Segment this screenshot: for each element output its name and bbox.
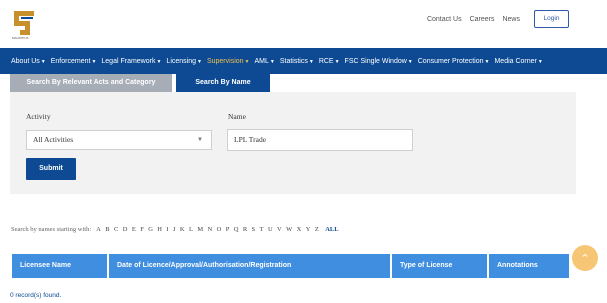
scroll-to-top-button[interactable]: ⌃: [572, 245, 598, 271]
fsc-logo[interactable]: MAURITIUS: [12, 8, 38, 40]
letter-link[interactable]: N: [208, 226, 213, 233]
letter-link[interactable]: P: [226, 226, 230, 233]
search-panel: Activity Name All Activities ▼ LPL Trade…: [10, 92, 576, 194]
top-bar: MAURITIUS Contact Us Careers News Login: [0, 0, 607, 48]
nav-label: Statistics: [279, 57, 308, 65]
alphabet-filter: Search by names starting with: A B C D E…: [11, 226, 339, 233]
nav-item-rce[interactable]: RCE▼: [319, 58, 340, 65]
letter-link[interactable]: A: [96, 226, 101, 233]
nav-item-statistics[interactable]: Statistics▼: [280, 58, 314, 65]
nav-item-licensing[interactable]: Licensing▼: [166, 58, 202, 65]
chevron-down-icon: ▼: [197, 137, 203, 143]
letter-link[interactable]: O: [217, 226, 222, 233]
activity-label: Activity: [26, 112, 51, 121]
letter-link[interactable]: C: [114, 226, 118, 233]
contact-us-link[interactable]: Contact Us: [427, 16, 462, 23]
letter-link[interactable]: E: [132, 226, 136, 233]
letter-link[interactable]: R: [243, 226, 247, 233]
nav-label: FSC Single Window: [344, 57, 407, 65]
nav-label: Consumer Protection: [417, 57, 484, 65]
nav-label: AML: [254, 57, 269, 65]
alphabet-prefix: Search by names starting with:: [11, 226, 92, 233]
nav-item-fsc-single-window[interactable]: FSC Single Window▼: [345, 58, 413, 65]
letter-link[interactable]: W: [286, 226, 292, 233]
chevron-down-icon: ▼: [407, 58, 413, 65]
nav-label: Supervision: [206, 57, 244, 65]
column-annotations[interactable]: Annotations: [489, 254, 569, 278]
chevron-down-icon: ▼: [197, 58, 202, 65]
chevron-up-icon: ⌃: [580, 252, 590, 265]
nav-item-media-corner[interactable]: Media Corner▼: [494, 58, 542, 65]
letter-link[interactable]: Q: [234, 226, 239, 233]
letter-link[interactable]: I: [166, 226, 168, 233]
nav-label: Licensing: [166, 57, 196, 65]
nav-label: Media Corner: [494, 57, 537, 65]
letter-link[interactable]: D: [123, 226, 128, 233]
chevron-down-icon: ▼: [40, 58, 46, 65]
letter-link[interactable]: K: [180, 226, 185, 233]
activity-select[interactable]: All Activities ▼: [26, 130, 212, 150]
tab-search-by-acts[interactable]: Search By Relevant Acts and Category: [10, 74, 172, 92]
chevron-down-icon: ▼: [334, 58, 340, 65]
chevron-down-icon: ▼: [244, 58, 250, 65]
results-table-header: Licensee Name Date of Licence/Approval/A…: [12, 254, 569, 278]
letter-link[interactable]: M: [197, 226, 203, 233]
chevron-down-icon: ▼: [156, 58, 162, 65]
login-button[interactable]: Login: [534, 10, 569, 28]
letter-link[interactable]: B: [105, 226, 109, 233]
submit-button[interactable]: Submit: [26, 158, 76, 180]
chevron-down-icon: ▼: [537, 58, 543, 65]
nav-label: Enforcement: [50, 57, 91, 65]
letter-link[interactable]: T: [260, 226, 264, 233]
letter-link[interactable]: L: [189, 226, 193, 233]
main-nav: About Us▼ Enforcement▼ Legal Framework▼ …: [0, 48, 607, 74]
letter-link[interactable]: Z: [315, 226, 319, 233]
tab-search-by-name[interactable]: Search By Name: [176, 74, 270, 92]
activity-select-value: All Activities: [33, 135, 74, 144]
nav-label: Legal Framework: [101, 57, 156, 65]
nav-item-legal-framework[interactable]: Legal Framework▼: [101, 58, 161, 65]
letter-link[interactable]: F: [140, 226, 144, 233]
letter-link[interactable]: H: [157, 226, 162, 233]
nav-label: RCE: [318, 57, 334, 65]
letter-link[interactable]: U: [268, 226, 273, 233]
letter-link[interactable]: G: [148, 226, 153, 233]
column-license-type[interactable]: Type of License: [392, 254, 487, 278]
chevron-down-icon: ▼: [269, 58, 275, 65]
column-licensee-name[interactable]: Licensee Name: [12, 254, 107, 278]
all-letters-link[interactable]: ALL: [325, 226, 338, 233]
records-count: 0 record(s) found.: [10, 292, 62, 299]
nav-item-about-us[interactable]: About Us▼: [11, 58, 46, 65]
nav-item-consumer-protection[interactable]: Consumer Protection▼: [418, 58, 490, 65]
name-input[interactable]: LPL Trade: [227, 129, 413, 151]
nav-item-aml[interactable]: AML▼: [254, 58, 274, 65]
nav-item-supervision[interactable]: Supervision▼: [207, 58, 250, 65]
nav-label: About Us: [11, 57, 40, 65]
letter-link[interactable]: Y: [306, 226, 311, 233]
letter-link[interactable]: J: [173, 226, 176, 233]
column-licence-date[interactable]: Date of Licence/Approval/Authorisation/R…: [109, 254, 390, 278]
letter-link[interactable]: X: [297, 226, 302, 233]
letter-link[interactable]: S: [252, 226, 256, 233]
chevron-down-icon: ▼: [484, 58, 490, 65]
letter-link[interactable]: V: [277, 226, 282, 233]
nav-item-enforcement[interactable]: Enforcement▼: [51, 58, 97, 65]
top-links: Contact Us Careers News Login: [427, 10, 569, 28]
name-label: Name: [228, 112, 246, 121]
careers-link[interactable]: Careers: [470, 16, 495, 23]
chevron-down-icon: ▼: [308, 58, 314, 65]
news-link[interactable]: News: [502, 16, 520, 23]
search-tabs: Search By Relevant Acts and Category Sea…: [10, 74, 270, 92]
logo-caption: MAURITIUS: [12, 36, 29, 40]
chevron-down-icon: ▼: [91, 58, 97, 65]
